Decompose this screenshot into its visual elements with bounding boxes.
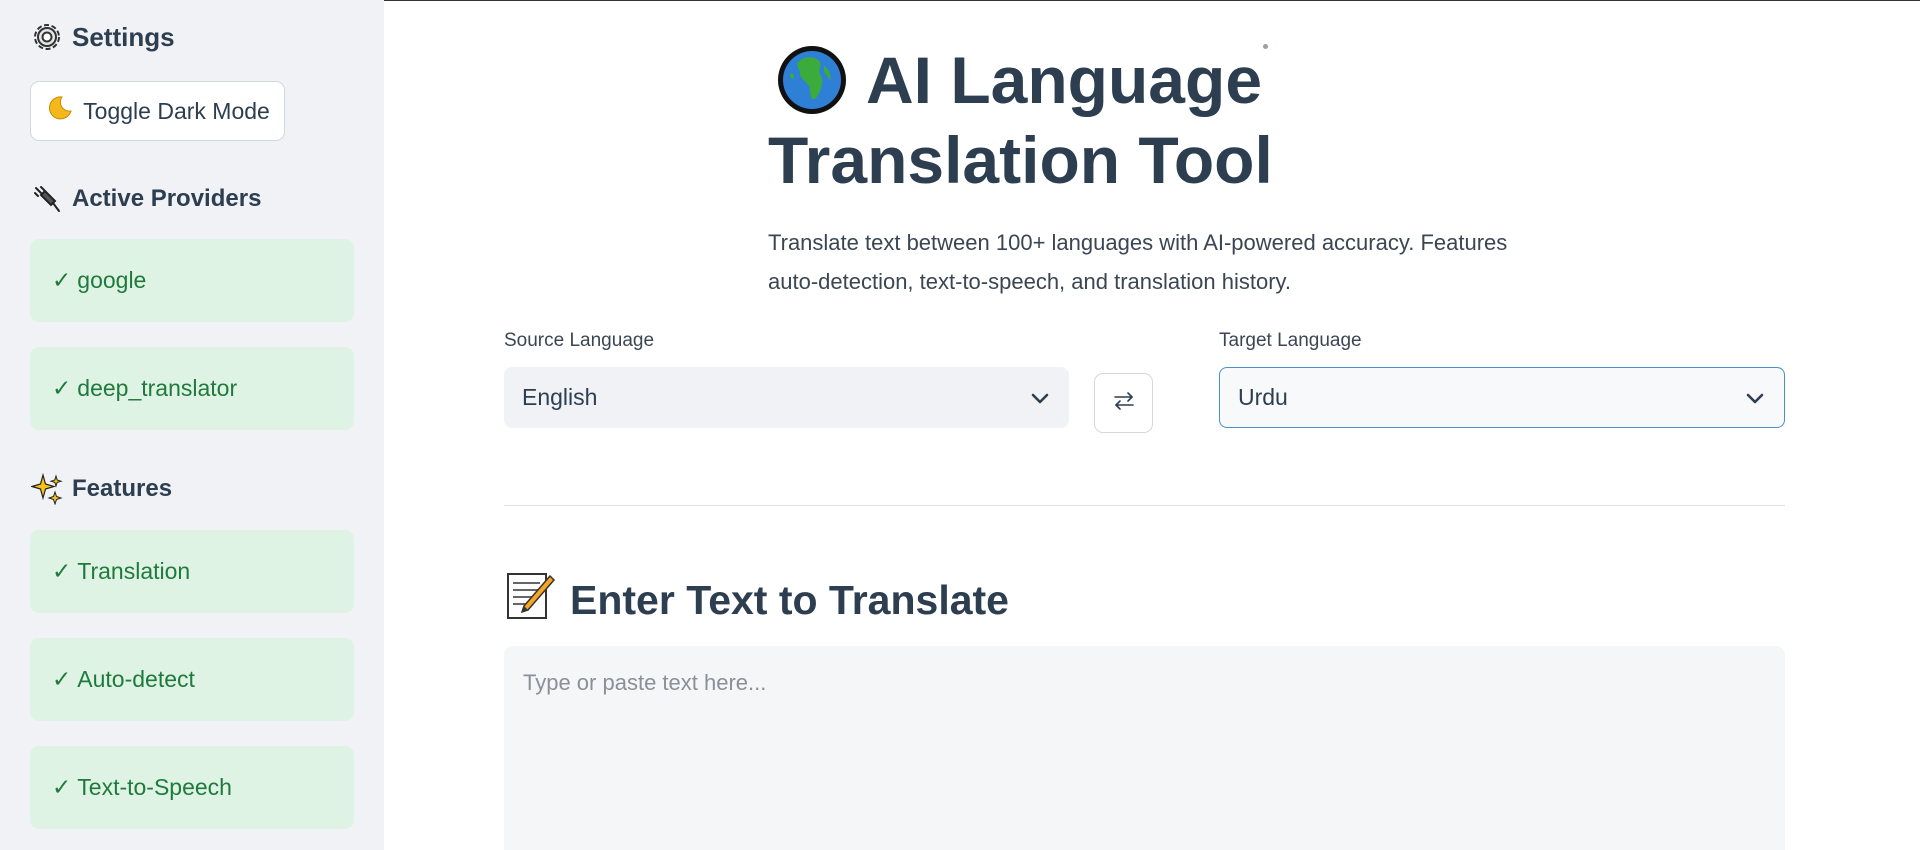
- gear-icon: [30, 20, 64, 54]
- check-mark: ✓: [52, 375, 72, 401]
- chevron-down-icon: [1746, 384, 1764, 411]
- subtitle-line-1: Translate text between 100+ languages wi…: [768, 230, 1508, 255]
- target-language-label: Target Language: [1219, 330, 1362, 351]
- title-line-1: AI Language: [866, 43, 1263, 117]
- feature-label: Text-to-Speech: [77, 774, 232, 800]
- sidebar: Settings Toggle Dark Mode Active Provide…: [0, 0, 384, 850]
- target-language-value: Urdu: [1238, 384, 1288, 410]
- source-language-select[interactable]: English: [504, 367, 1069, 428]
- provider-label: deep_translator: [77, 375, 238, 401]
- provider-label: google: [77, 267, 147, 293]
- page-title: AI Language Translation Tool: [768, 40, 1288, 200]
- page-subtitle: Translate text between 100+ languages wi…: [768, 223, 1568, 301]
- check-mark: ✓: [52, 666, 72, 692]
- check-mark: ✓: [52, 774, 72, 800]
- subtitle-line-2: auto-detection, text-to-speech, and tran…: [768, 269, 1291, 294]
- active-providers-title: Active Providers: [72, 185, 262, 212]
- feature-item-text-to-speech: ✓ Text-to-Speech: [30, 746, 354, 829]
- toggle-dark-mode-button[interactable]: Toggle Dark Mode: [30, 81, 285, 141]
- section-divider: [504, 505, 1785, 506]
- source-language-label: Source Language: [504, 330, 655, 351]
- enter-text-heading: Enter Text to Translate: [504, 570, 1009, 630]
- feature-item-translation: ✓ Translation: [30, 530, 354, 613]
- provider-item-deep-translator: ✓ deep_translator: [30, 347, 354, 430]
- swap-arrows-icon: [1113, 391, 1135, 416]
- active-providers-heading: Active Providers: [30, 182, 261, 216]
- features-heading: Features: [30, 472, 172, 506]
- feature-item-auto-detect: ✓ Auto-detect: [30, 638, 354, 721]
- target-language-select[interactable]: Urdu: [1219, 367, 1785, 428]
- feature-label: Auto-detect: [77, 666, 195, 692]
- features-title: Features: [72, 475, 173, 502]
- section-title-text: Enter Text to Translate: [570, 576, 1009, 623]
- settings-title: Settings: [72, 21, 175, 52]
- feature-label: Translation: [77, 558, 191, 584]
- toggle-dark-mode-label: Toggle Dark Mode: [83, 97, 270, 124]
- crescent-moon-icon: [45, 94, 73, 128]
- settings-heading: Settings: [30, 20, 175, 54]
- check-mark: ✓: [52, 558, 72, 584]
- sparkles-icon: [30, 472, 64, 506]
- title-line-2: Translation Tool: [768, 123, 1273, 197]
- chevron-down-icon: [1031, 384, 1049, 411]
- swap-languages-button[interactable]: [1094, 373, 1153, 433]
- globe-icon: [776, 44, 848, 116]
- plug-icon: [30, 182, 64, 216]
- provider-item-google: ✓ google: [30, 239, 354, 322]
- memo-icon: [504, 570, 556, 630]
- source-language-value: English: [522, 384, 598, 410]
- status-dot: [1263, 44, 1268, 49]
- source-text-input[interactable]: [504, 646, 1785, 850]
- check-mark: ✓: [52, 267, 72, 293]
